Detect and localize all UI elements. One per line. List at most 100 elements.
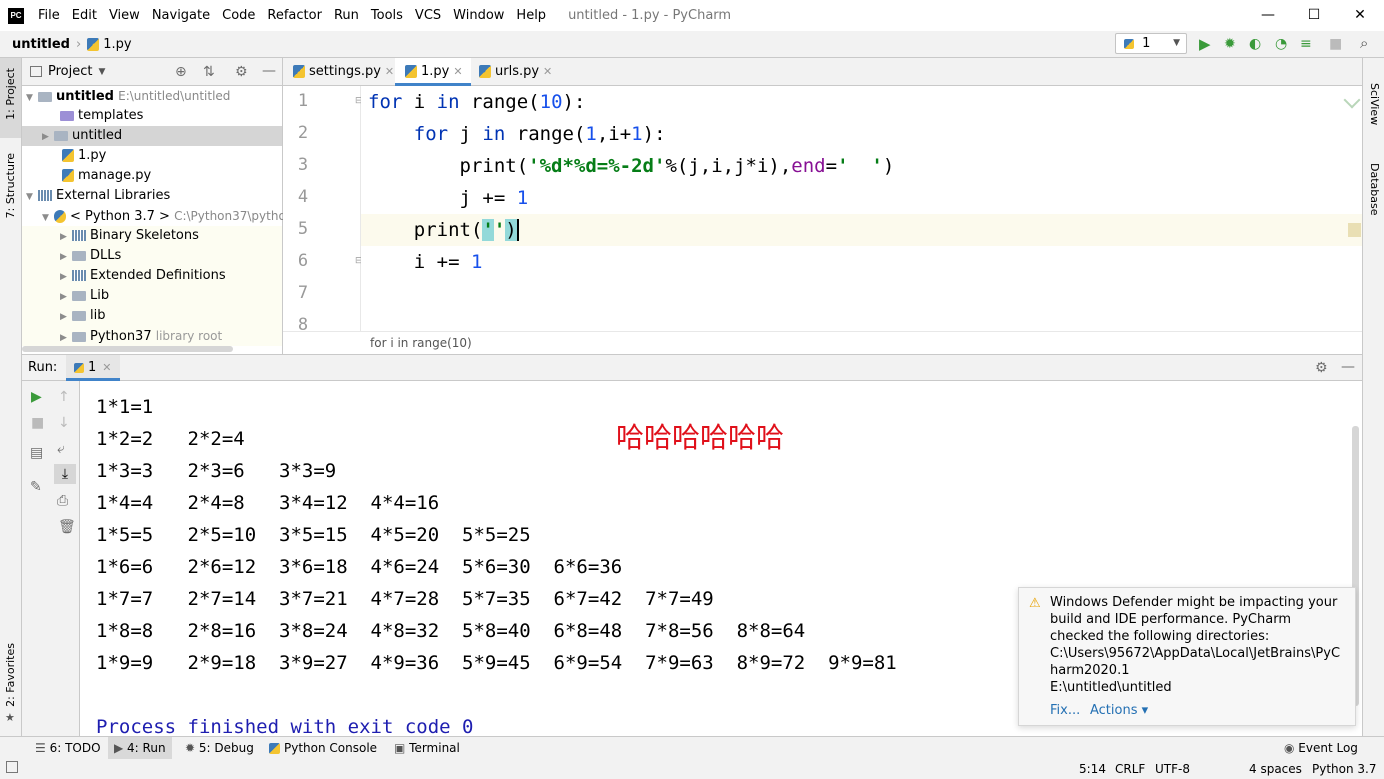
tree-item-manage-py[interactable]: manage.py	[22, 166, 282, 186]
search-icon[interactable]: ⌕	[1360, 35, 1368, 51]
menu-refactor[interactable]: Refactor	[261, 0, 328, 31]
output-line: 1*2=2 2*2=4	[96, 428, 245, 450]
horizontal-scrollbar[interactable]	[22, 346, 233, 352]
minimize-button[interactable]: —	[1245, 0, 1291, 31]
close-button[interactable]: ✕	[1337, 0, 1383, 31]
scroll-up-icon[interactable]: ↑	[58, 389, 70, 405]
caret-marker	[1348, 223, 1361, 237]
hide-icon[interactable]: —	[1341, 359, 1355, 375]
tree-item-lib[interactable]: ▶ lib	[22, 306, 282, 326]
rerun-icon[interactable]: ▶	[31, 389, 42, 405]
project-panel-title[interactable]: Project	[48, 64, 92, 79]
menu-view[interactable]: View	[103, 0, 146, 31]
event-log-button[interactable]: ◉ Event Log	[1284, 737, 1358, 759]
tab-urls-py[interactable]: urls.py ✕	[469, 58, 560, 86]
warning-icon: ⚠	[1029, 596, 1041, 611]
close-tab-icon[interactable]: ✕	[453, 65, 462, 78]
breadcrumb-file[interactable]: 1.py	[103, 37, 131, 52]
python-file-icon	[479, 65, 491, 78]
fix-link[interactable]: Fix...	[1050, 703, 1080, 718]
code-line: i += 1	[368, 251, 483, 273]
code-editor[interactable]: for i in range(10): for j in range(1,i+1…	[361, 86, 1362, 331]
maximize-button[interactable]: ☐	[1291, 0, 1337, 31]
project-view-icon	[30, 66, 42, 77]
database-tool-label[interactable]: Database	[1368, 163, 1381, 216]
tree-item-binary-skeletons[interactable]: ▶ Binary Skeletons	[22, 226, 282, 246]
profile-icon[interactable]: ◔	[1275, 36, 1287, 52]
terminal-icon: ▣	[394, 741, 410, 755]
indent-setting[interactable]: 4 spaces	[1249, 759, 1302, 779]
tree-item-external-libraries[interactable]: ▼ External Libraries	[22, 186, 282, 206]
project-tool-label[interactable]: 1: Project	[4, 68, 17, 120]
tree-item-extended-definitions[interactable]: ▶ Extended Definitions	[22, 266, 282, 286]
breadcrumb-project[interactable]: untitled	[12, 37, 70, 52]
menu-code[interactable]: Code	[216, 0, 261, 31]
menu-edit[interactable]: Edit	[66, 0, 103, 31]
menu-navigate[interactable]: Navigate	[146, 0, 216, 31]
soft-wrap-icon[interactable]: ⤶	[57, 441, 65, 457]
pin-icon[interactable]: ✎	[30, 479, 42, 495]
print-icon[interactable]: ⎙	[57, 493, 68, 509]
collapse-all-icon[interactable]: ⇅	[203, 64, 215, 80]
tree-item-untitled-package[interactable]: ▶ untitled	[22, 126, 282, 146]
line-separator[interactable]: CRLF	[1115, 759, 1145, 779]
menu-vcs[interactable]: VCS	[409, 0, 447, 31]
menu-help[interactable]: Help	[510, 0, 552, 31]
menu-window[interactable]: Window	[447, 0, 510, 31]
trash-icon[interactable]: 🗑	[58, 519, 76, 535]
run-config-select[interactable]: 1 ▼	[1115, 33, 1187, 54]
hide-icon[interactable]: —	[262, 63, 276, 79]
layout-toggle-icon[interactable]	[6, 761, 18, 773]
python-file-icon	[405, 65, 417, 78]
chevron-down-icon[interactable]: ▼	[98, 67, 105, 77]
stop-icon[interactable]: ■	[31, 415, 44, 431]
debug-icon[interactable]: ✹	[1224, 36, 1236, 52]
run-icon[interactable]: ▶	[1199, 36, 1211, 52]
close-tab-icon[interactable]: ✕	[385, 65, 394, 78]
tree-item-dlls[interactable]: ▶ DLLs	[22, 246, 282, 266]
tree-item-python37[interactable]: ▶ Python37 library root	[22, 326, 282, 346]
tree-item-python-sdk[interactable]: ▼ < Python 3.7 > C:\Python37\python	[22, 206, 293, 226]
tree-item-Lib[interactable]: ▶ Lib	[22, 286, 282, 306]
locate-icon[interactable]: ⊕	[175, 64, 187, 80]
run-tool-button[interactable]: ▶ 4: Run	[108, 737, 172, 759]
code-line: print('')	[368, 219, 519, 241]
notification-text: build and IDE performance. PyCharm	[1050, 612, 1291, 627]
terminal-tool-button[interactable]: ▣ Terminal	[394, 737, 460, 759]
tab-settings-py[interactable]: settings.py ✕	[283, 58, 402, 86]
menu-tools[interactable]: Tools	[365, 0, 409, 31]
run-tab[interactable]: 1 ✕	[66, 355, 120, 381]
todo-tool-button[interactable]: ☰ 6: TODO	[35, 737, 101, 759]
tree-item-templates[interactable]: templates	[22, 106, 282, 126]
scroll-to-end-icon[interactable]: ⤓	[54, 464, 76, 484]
favorites-tool-label[interactable]: 2: Favorites	[4, 643, 17, 707]
file-encoding[interactable]: UTF-8	[1155, 759, 1190, 779]
tab-1-py[interactable]: 1.py ✕	[395, 58, 471, 86]
python-console-tool-button[interactable]: Python Console	[269, 737, 377, 759]
actions-link[interactable]: Actions ▾	[1090, 703, 1148, 718]
structure-tool-label[interactable]: 7: Structure	[4, 153, 17, 218]
sciview-tool-label[interactable]: SciView	[1368, 83, 1381, 125]
python-file-icon	[74, 362, 84, 373]
debug-tool-button[interactable]: ✹ 5: Debug	[185, 737, 254, 759]
inspection-ok-icon[interactable]	[1343, 91, 1361, 109]
stop-icon[interactable]: ■	[1329, 36, 1342, 52]
python-interpreter[interactable]: Python 3.7	[1312, 759, 1377, 779]
output-line: 1*9=9 2*9=18 3*9=27 4*9=36 5*9=45 6*9=54…	[96, 652, 897, 674]
layout-icon[interactable]: ▤	[30, 445, 43, 461]
concurrency-icon[interactable]: ≡	[1300, 36, 1312, 52]
gear-icon[interactable]: ⚙	[235, 64, 248, 80]
menu-run[interactable]: Run	[328, 0, 365, 31]
close-tab-icon[interactable]: ✕	[102, 361, 111, 374]
close-tab-icon[interactable]: ✕	[543, 65, 552, 78]
code-breadcrumb[interactable]: for i in range(10)	[283, 331, 1362, 354]
gear-icon[interactable]: ⚙	[1315, 360, 1328, 376]
menu-file[interactable]: File	[32, 0, 66, 31]
caret-position[interactable]: 5:14	[1079, 759, 1106, 779]
tree-item-project-root[interactable]: ▼ untitled E:\untitled\untitled	[22, 86, 282, 106]
star-icon: ★	[5, 711, 15, 724]
run-panel-label: Run:	[28, 360, 58, 375]
tree-item-1py[interactable]: 1.py	[22, 146, 282, 166]
coverage-icon[interactable]: ◐	[1249, 36, 1261, 52]
scroll-down-icon[interactable]: ↓	[58, 415, 70, 431]
